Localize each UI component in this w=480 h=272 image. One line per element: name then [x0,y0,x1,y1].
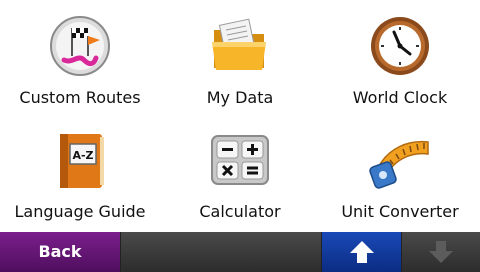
tape-measure-icon [368,128,432,192]
toolbar-spacer [121,232,321,272]
svg-text:A-Z: A-Z [72,149,93,162]
calculator-label: Calculator [199,202,281,221]
scroll-up-button[interactable] [321,232,401,272]
my-data-button[interactable]: My Data [160,0,320,116]
scroll-down-button [401,232,480,272]
arrow-down-icon [428,239,454,265]
language-guide-label: Language Guide [14,202,146,221]
tools-menu-screen: Custom Routes My Data World Clock A-Z La… [0,0,480,272]
world-clock-button[interactable]: World Clock [320,0,480,116]
calculator-icon [208,128,272,192]
folder-icon [208,14,272,78]
bottom-toolbar: Back [0,232,480,272]
arrow-up-icon [349,239,375,265]
back-button[interactable]: Back [0,232,121,272]
custom-routes-label: Custom Routes [19,88,141,107]
language-guide-button[interactable]: A-Z Language Guide [0,114,160,230]
custom-routes-button[interactable]: Custom Routes [0,0,160,116]
calculator-button[interactable]: Calculator [160,114,320,230]
tools-grid: Custom Routes My Data World Clock A-Z La… [0,0,480,232]
custom-routes-icon [48,14,112,78]
clock-icon [368,14,432,78]
book-icon: A-Z [48,128,112,192]
my-data-label: My Data [206,88,274,107]
world-clock-label: World Clock [352,88,448,107]
unit-converter-button[interactable]: Unit Converter [320,114,480,230]
unit-converter-label: Unit Converter [341,202,459,221]
